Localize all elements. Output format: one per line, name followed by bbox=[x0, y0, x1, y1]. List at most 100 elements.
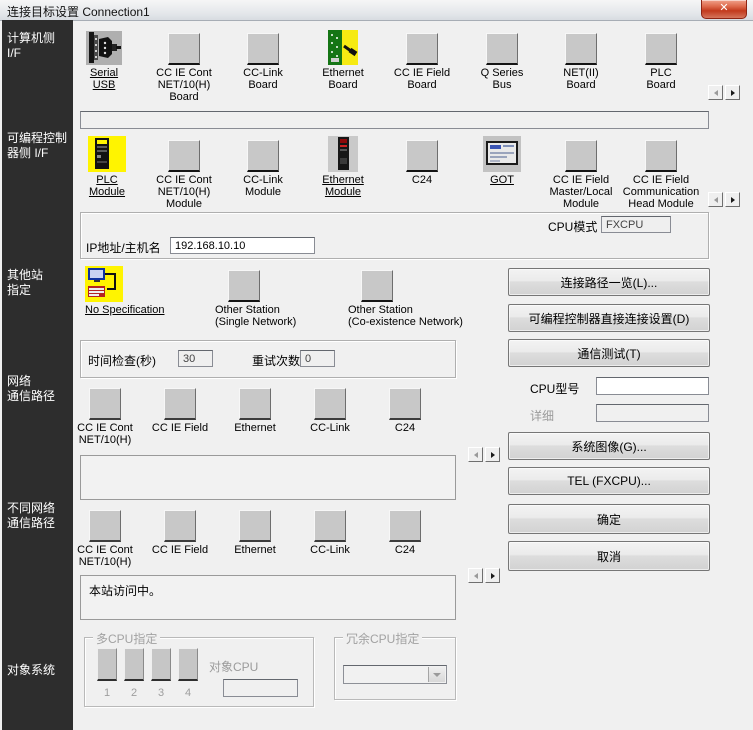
pc-if-item-ethernet-board[interactable]: Ethernet Board bbox=[303, 28, 383, 91]
cc-link-module-icon bbox=[247, 140, 279, 172]
pc-if-item-cc-ie-cont-board[interactable]: CC IE Cont NET/10(H) Board bbox=[144, 28, 224, 103]
sidebar-label-target-system: 对象系统 bbox=[7, 663, 55, 678]
diff-network-item-cc-link[interactable]: CC-Link bbox=[291, 508, 369, 556]
pc-if-item-label: Q Series Bus bbox=[462, 67, 542, 91]
cpu-slot-number: 2 bbox=[124, 687, 144, 699]
plc-if-item-cc-ie-field-head[interactable]: CC IE Field Communication Head Module bbox=[621, 135, 701, 210]
pc-if-item-cc-ie-field-board[interactable]: CC IE Field Board bbox=[382, 28, 462, 91]
network-route-item-ethernet[interactable]: Ethernet bbox=[216, 386, 294, 434]
diff-network-item-cc-ie-field[interactable]: CC IE Field bbox=[141, 508, 219, 556]
cancel-button[interactable]: 取消 bbox=[508, 541, 710, 571]
pc-if-item-serial-usb[interactable]: Serial USB bbox=[64, 28, 144, 91]
plc-module-icon bbox=[88, 136, 126, 172]
other-station-item-label: Other Station (Co-existence Network) bbox=[348, 304, 488, 328]
scroll-left-button[interactable] bbox=[468, 568, 483, 583]
connection-list-button[interactable]: 连接路径一览(L)... bbox=[508, 268, 710, 296]
plc-if-item-cc-link-module[interactable]: CC-Link Module bbox=[223, 135, 303, 198]
plc-if-item-label: PLC Module bbox=[67, 174, 147, 198]
pc-if-item-net2-board[interactable]: NET(II) Board bbox=[541, 28, 621, 91]
plc-if-item-label: GOT bbox=[462, 174, 542, 186]
cpu-slot-number: 1 bbox=[97, 687, 117, 699]
arrow-left-icon bbox=[714, 90, 718, 96]
diff-network-item-label: CC-Link bbox=[291, 544, 369, 556]
plc-if-item-label: CC IE Field Communication Head Module bbox=[621, 174, 701, 210]
system-image-button[interactable]: 系统图像(G)... bbox=[508, 432, 710, 460]
network-route-item-c24[interactable]: C24 bbox=[366, 386, 444, 434]
cpu-type-field[interactable] bbox=[596, 377, 709, 395]
cc-ie-cont-route-icon bbox=[89, 388, 121, 420]
network-route-item-label: Ethernet bbox=[216, 422, 294, 434]
transfer-setup-dialog: 连接目标设置 Connection1 ✕ 计算机侧 I/F 可编程控制 器侧 I… bbox=[0, 0, 753, 730]
cpu-slot-4 bbox=[178, 648, 198, 681]
scroll-left-button[interactable] bbox=[468, 447, 483, 462]
dropdown-button bbox=[428, 667, 445, 682]
serial-usb-icon bbox=[86, 31, 122, 65]
pc-if-item-q-series-bus[interactable]: Q Series Bus bbox=[462, 28, 542, 91]
arrow-left-icon bbox=[474, 452, 478, 458]
direct-connection-button[interactable]: 可编程控制器直接连接设置(D) bbox=[508, 304, 710, 332]
redundant-cpu-dropdown bbox=[343, 665, 447, 684]
plc-if-item-cc-ie-cont-module[interactable]: CC IE Cont NET/10(H) Module bbox=[144, 135, 224, 210]
network-route-scroll bbox=[468, 447, 500, 462]
c24-route-icon bbox=[389, 510, 421, 542]
network-route-item-cc-ie-field[interactable]: CC IE Field bbox=[141, 386, 219, 434]
sidebar-label-plc-if: 可编程控制 器侧 I/F bbox=[7, 131, 67, 161]
scroll-right-button[interactable] bbox=[485, 447, 500, 462]
ip-hostname-field[interactable] bbox=[170, 237, 315, 254]
network-route-item-label: CC IE Field bbox=[141, 422, 219, 434]
diff-network-scroll bbox=[468, 568, 500, 583]
network-route-item-label: C24 bbox=[366, 422, 444, 434]
other-station-single-icon bbox=[228, 270, 260, 302]
arrow-right-icon bbox=[731, 90, 735, 96]
diff-network-item-c24[interactable]: C24 bbox=[366, 508, 444, 556]
tel-button[interactable]: TEL (FXCPU)... bbox=[508, 467, 710, 495]
c24-icon bbox=[406, 140, 438, 172]
other-station-item-no-specification[interactable]: No Specification bbox=[85, 264, 205, 316]
diff-network-item-cc-ie-cont[interactable]: CC IE Cont NET/10(H) bbox=[66, 508, 144, 568]
retry-count-label: 重试次数 bbox=[252, 352, 300, 369]
scroll-right-button[interactable] bbox=[725, 192, 740, 207]
redundant-cpu-groupbox: 冗余CPU指定 bbox=[334, 637, 456, 700]
target-cpu-field bbox=[223, 679, 298, 697]
got-icon bbox=[483, 136, 521, 172]
diff-network-item-label: C24 bbox=[366, 544, 444, 556]
scroll-right-button[interactable] bbox=[725, 85, 740, 100]
pc-if-item-plc-board[interactable]: PLC Board bbox=[621, 28, 701, 91]
system-image-label: 系统图像(G)... bbox=[571, 438, 646, 455]
pc-if-item-cc-link-board[interactable]: CC-Link Board bbox=[223, 28, 303, 91]
comm-test-button[interactable]: 通信测试(T) bbox=[508, 339, 710, 367]
cc-ie-field-master-local-icon bbox=[565, 140, 597, 172]
network-route-item-cc-ie-cont[interactable]: CC IE Cont NET/10(H) bbox=[66, 386, 144, 446]
plc-if-item-label: CC-Link Module bbox=[223, 174, 303, 198]
scroll-right-button[interactable] bbox=[485, 568, 500, 583]
cancel-label: 取消 bbox=[597, 548, 621, 565]
ok-button[interactable]: 确定 bbox=[508, 504, 710, 534]
ip-hostname-label: IP地址/主机名 bbox=[86, 239, 161, 256]
scroll-left-button[interactable] bbox=[708, 192, 723, 207]
time-check-field[interactable] bbox=[178, 350, 213, 367]
pc-if-item-label: CC-Link Board bbox=[223, 67, 303, 91]
plc-if-item-c24[interactable]: C24 bbox=[382, 135, 462, 186]
plc-if-item-ethernet-module[interactable]: Ethernet Module bbox=[303, 135, 383, 198]
plc-if-item-cc-ie-field-master-local[interactable]: CC IE Field Master/Local Module bbox=[541, 135, 621, 210]
pc-if-scroll bbox=[708, 85, 740, 100]
cc-ie-field-board-icon bbox=[406, 33, 438, 65]
scroll-left-button[interactable] bbox=[708, 85, 723, 100]
plc-if-item-plc-module[interactable]: PLC Module bbox=[67, 135, 147, 198]
plc-if-scroll bbox=[708, 192, 740, 207]
target-cpu-label: 对象CPU bbox=[209, 658, 258, 675]
close-button[interactable]: ✕ bbox=[701, 0, 747, 19]
network-route-item-cc-link[interactable]: CC-Link bbox=[291, 386, 369, 434]
retry-count-field[interactable] bbox=[300, 350, 335, 367]
cc-ie-cont-route-icon bbox=[89, 510, 121, 542]
other-station-item-coexistence-network[interactable]: Other Station (Co-existence Network) bbox=[348, 266, 488, 328]
other-station-item-single-network[interactable]: Other Station (Single Network) bbox=[215, 266, 335, 328]
network-route-item-label: CC-Link bbox=[291, 422, 369, 434]
pc-if-item-label: Serial USB bbox=[64, 67, 144, 91]
plc-if-item-got[interactable]: GOT bbox=[462, 135, 542, 186]
pc-if-item-label: Ethernet Board bbox=[303, 67, 383, 91]
cc-ie-field-head-icon bbox=[645, 140, 677, 172]
cc-link-route-icon bbox=[314, 510, 346, 542]
cpu-mode-field[interactable] bbox=[601, 216, 671, 233]
diff-network-item-ethernet[interactable]: Ethernet bbox=[216, 508, 294, 556]
